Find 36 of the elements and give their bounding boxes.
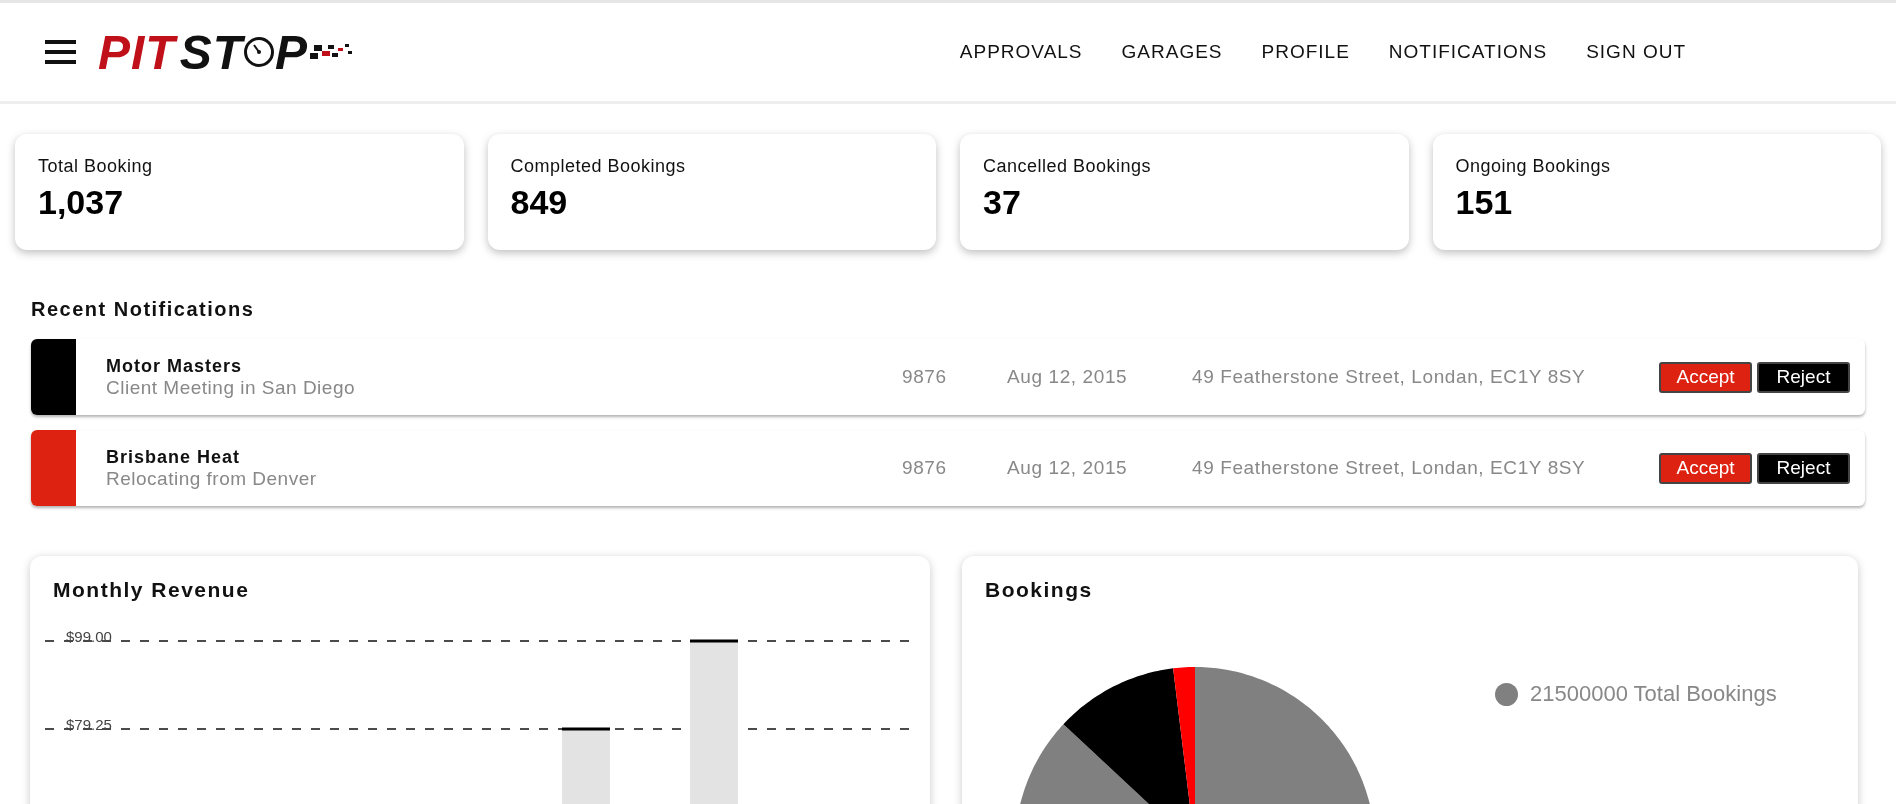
reject-button[interactable]: Reject: [1757, 361, 1850, 393]
stat-label: Ongoing Bookings: [1455, 156, 1612, 177]
axis-label: $79.25: [66, 716, 112, 733]
chart-title: Monthly Revenue: [53, 578, 251, 602]
section-title: Recent Notifications: [31, 298, 256, 321]
stat-value: 151: [1455, 183, 1514, 222]
notification-address: 49 Featherstone Street, Londan, EC1Y 8SY: [1192, 457, 1587, 479]
notification-number: 9876: [902, 366, 948, 388]
accept-button[interactable]: Accept: [1659, 361, 1752, 393]
notification-number: 9876: [902, 457, 948, 479]
accept-button[interactable]: Accept: [1659, 452, 1752, 484]
reject-button[interactable]: Reject: [1757, 452, 1850, 484]
notification-subtitle: Relocating from Denver: [106, 467, 318, 490]
notification-subtitle: Client Meeting in San Diego: [106, 376, 357, 399]
stat-value: 849: [510, 183, 569, 222]
stat-label: Completed Bookings: [510, 156, 687, 177]
nav-link[interactable]: APPROVALS: [959, 41, 1083, 63]
legend-label: 21500000 Total Bookings: [1530, 681, 1777, 707]
axis-label: $99.00: [66, 628, 112, 645]
logo-text: PIT: [98, 24, 176, 80]
nav-link[interactable]: PROFILE: [1261, 41, 1350, 63]
stat-label: Total Booking: [38, 156, 154, 177]
stat-value: 37: [983, 183, 1022, 222]
notification-address: 49 Featherstone Street, Londan, EC1Y 8SY: [1192, 366, 1587, 388]
notification-name: Brisbane Heat: [106, 446, 242, 468]
notification-name: Motor Masters: [106, 355, 244, 377]
nav-link[interactable]: SIGN OUT: [1586, 41, 1686, 63]
menu-icon[interactable]: [45, 39, 76, 65]
nav-link[interactable]: GARAGES: [1121, 41, 1223, 63]
nav-link[interactable]: NOTIFICATIONS: [1388, 41, 1548, 63]
stat-value: 1,037: [38, 183, 125, 222]
stat-label: Cancelled Bookings: [983, 156, 1153, 177]
notification-date: Aug 12, 2015: [1007, 457, 1129, 479]
chart-title: Bookings: [985, 578, 1094, 602]
logo-text: P: [275, 24, 309, 80]
notification-date: Aug 12, 2015: [1007, 366, 1129, 388]
